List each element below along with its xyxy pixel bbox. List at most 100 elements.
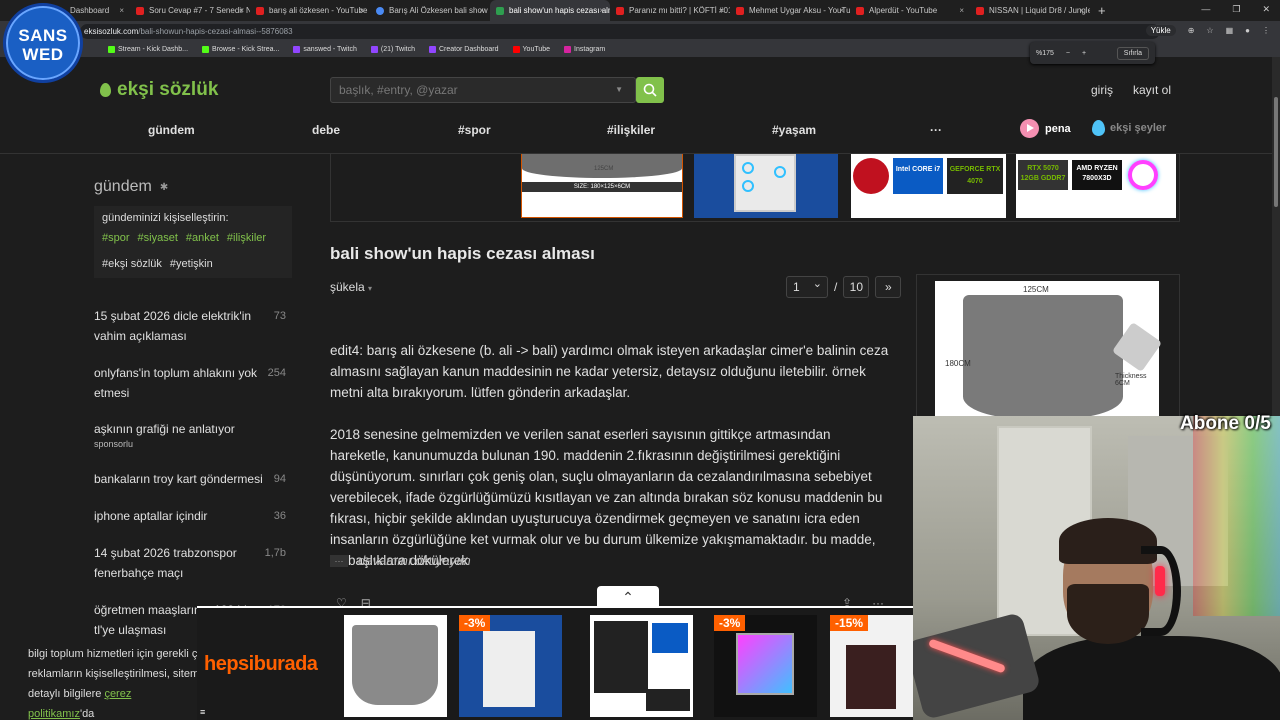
zoom-level: %175 — [1036, 49, 1054, 57]
tag-yetiskin[interactable]: #yetişkin — [170, 258, 213, 270]
product-thumb-pc-amd[interactable]: RTX 5070 12GB GDDR7 AMD RYZEN 7800X3D — [1016, 154, 1176, 218]
zoom-icon[interactable]: ⊕ — [1188, 26, 1195, 35]
youtube-icon — [736, 6, 744, 15]
drop-icon — [1092, 120, 1105, 136]
ad-product-mat[interactable] — [344, 615, 447, 717]
nav-yasam[interactable]: #yaşam — [772, 123, 816, 137]
last-page-button[interactable]: 10 — [843, 276, 870, 298]
close-icon[interactable]: × — [1079, 6, 1084, 15]
entry-paragraph: 2018 senesine gelmemizden ve verilen san… — [330, 427, 883, 568]
ad-product-pc-amd[interactable]: -3% — [714, 615, 817, 717]
login-link[interactable]: giriş — [1091, 83, 1113, 97]
close-icon[interactable]: × — [959, 6, 964, 15]
speaker-image — [846, 645, 896, 709]
url-field[interactable]: eksisozluk.com/bali-showun-hapis-cezasi-… — [80, 24, 1160, 39]
close-icon[interactable]: × — [239, 6, 244, 15]
zoom-reset-button[interactable]: Sıfırla — [1116, 46, 1149, 60]
close-window-icon[interactable]: ✕ — [1262, 4, 1270, 15]
bookmark-creator-dashboard[interactable]: Creator Dashboard — [429, 46, 499, 53]
nav-debe[interactable]: debe — [312, 123, 340, 137]
profile-icon[interactable]: ● — [1245, 26, 1250, 35]
chevron-up-icon[interactable]: ⌃ — [597, 586, 659, 608]
topic-item[interactable]: 14 şubat 2026 trabzonspor fenerbahçe maç… — [94, 543, 294, 583]
register-link[interactable]: kayıt ol — [1133, 83, 1171, 97]
topic-item[interactable]: onlyfans'in toplum ahlakını yok etmesi 25… — [94, 363, 294, 403]
hepsiburada-logo[interactable]: hepsiburada — [204, 653, 318, 676]
tab-google-bali[interactable]: Barış Ali Özkesen bali show - G × — [370, 0, 490, 21]
youtube-icon — [856, 6, 864, 15]
close-icon[interactable]: × — [359, 6, 364, 15]
close-icon[interactable]: × — [119, 6, 124, 15]
product-thumb-pc-case[interactable] — [694, 154, 838, 218]
new-tab-button[interactable]: + — [1098, 3, 1106, 18]
close-icon[interactable]: × — [719, 6, 724, 15]
amd-ryzen-badge: AMD RYZEN 7800X3D — [1072, 160, 1122, 190]
ad-product-pc-case[interactable]: -3% — [459, 615, 562, 717]
menu-icon[interactable]: ≡ — [200, 707, 205, 717]
gear-icon[interactable]: ✱ — [160, 182, 168, 193]
bookmark-youtube[interactable]: YouTube — [512, 46, 550, 53]
eksi-seyler-link[interactable]: ekşi şeyler — [1092, 120, 1166, 136]
webcam-overlay — [913, 416, 1280, 720]
bookmark-twitch[interactable]: (21) Twitch — [370, 46, 415, 53]
topic-item[interactable]: bankaların troy kart göndermesi 94 — [94, 469, 294, 489]
tab-youtube-ozkesen[interactable]: barış ali özkesen - YouTube × — [250, 0, 370, 21]
zoom-popup: %175 − + Sıfırla — [1030, 42, 1155, 64]
scrollbar-thumb[interactable] — [1274, 97, 1278, 207]
pena-link[interactable]: pena — [1020, 119, 1071, 138]
maximize-icon[interactable]: ❐ — [1232, 4, 1240, 15]
tab-kofti[interactable]: Paranız mı bitti? | KÖFTİ #01 - Y× — [610, 0, 730, 21]
nav-gundem[interactable]: gündem — [148, 123, 195, 137]
nav-iliskiler[interactable]: #ilişkiler — [607, 123, 655, 137]
zoom-out-button[interactable]: − — [1066, 50, 1070, 57]
product-thumb-pc-intel[interactable]: Intel CORE i7 GEFORCE RTX 4070 — [851, 154, 1006, 218]
minimize-icon[interactable]: — — [1201, 4, 1210, 15]
close-icon[interactable]: × — [839, 6, 844, 15]
tag-eksi-sozluk[interactable]: #ekşi sözlük — [102, 258, 162, 270]
tag-spor[interactable]: #spor — [102, 232, 130, 244]
install-button[interactable]: Yükle — [1145, 25, 1176, 36]
page-select[interactable]: 1 — [786, 274, 828, 298]
zoom-in-button[interactable]: + — [1082, 50, 1086, 57]
tab-alperdut[interactable]: Alperdüt - YouTube × — [850, 0, 970, 21]
nav-more[interactable]: ··· — [930, 123, 942, 137]
search-button[interactable] — [636, 77, 664, 103]
site-logo[interactable]: ekşi sözlük — [100, 79, 218, 101]
product-thumb-mat[interactable]: 125CM SIZE: 180×125×6CM — [521, 154, 683, 218]
tab-soru-cevap[interactable]: Soru Cevap #7 - 7 Senedir Nerede× — [130, 0, 250, 21]
bookmark-kick-browse[interactable]: Browse - Kick Strea... — [202, 46, 279, 53]
dropdown-caret-icon[interactable]: ▼ — [615, 78, 623, 102]
ad-product-pc-intel[interactable] — [590, 615, 693, 717]
extension-icon[interactable]: ▦ — [1226, 26, 1234, 35]
ad-product-speakers[interactable]: -15% — [830, 615, 913, 717]
sidebar: gündem ✱ gündeminizi kişiselleştirin: #sp… — [94, 178, 304, 637]
bookmark-instagram[interactable]: Instagram — [564, 46, 605, 53]
tab-mehmet[interactable]: Mehmet Uygar Aksu - YouTube × — [730, 0, 850, 21]
tag-anket[interactable]: #anket — [186, 232, 219, 244]
tag-siyaset[interactable]: #siyaset — [138, 232, 178, 244]
tab-nissan[interactable]: NISSAN | Liquid Dr8 / Jungle M × — [970, 0, 1090, 21]
topic-item[interactable]: iphone aptallar içindir 36 — [94, 506, 294, 526]
nav-spor[interactable]: #spor — [458, 123, 491, 137]
ad-right-mat[interactable]: 125CM 180CM Thickness 6CM — [916, 274, 1180, 424]
close-icon[interactable]: × — [599, 6, 604, 15]
topic-item-sponsored[interactable]: aşkının grafiği ne anlatıyor sponsorlu — [94, 419, 294, 449]
next-page-button[interactable]: » — [875, 276, 902, 298]
search-input[interactable]: başlık, #entry, @yazar ▼ — [330, 77, 636, 103]
read-more-link[interactable]: ··· devamını okuyayım — [330, 553, 471, 568]
tag-iliskiler[interactable]: #ilişkiler — [227, 232, 266, 244]
star-icon[interactable]: ☆ — [1206, 26, 1213, 35]
menu-icon[interactable]: ⋮ — [1262, 26, 1270, 35]
address-bar: eksisozluk.com/bali-showun-hapis-cezasi-… — [0, 21, 1280, 42]
drop-icon — [100, 83, 111, 97]
product-thumbnail-strip: 125CM SIZE: 180×125×6CM Intel CORE i7 GE… — [330, 154, 1180, 222]
tab-eksi-active[interactable]: bali show'un hapis cezası alması× — [490, 0, 610, 21]
topic-item[interactable]: 15 şubat 2026 dicle elektrik'in vahim aç… — [94, 306, 294, 346]
bookmark-twitch-sanswed[interactable]: sanswed - Twitch — [293, 46, 357, 53]
topic-title[interactable]: bali show'un hapis cezası alması — [330, 244, 595, 264]
rtx-badge — [646, 689, 690, 711]
sort-dropdown[interactable]: şükela ▾ — [330, 280, 372, 294]
close-icon[interactable]: × — [479, 6, 484, 15]
search-icon — [643, 83, 657, 97]
bookmark-kick-dashboard[interactable]: Stream - Kick Dashb... — [108, 46, 188, 53]
